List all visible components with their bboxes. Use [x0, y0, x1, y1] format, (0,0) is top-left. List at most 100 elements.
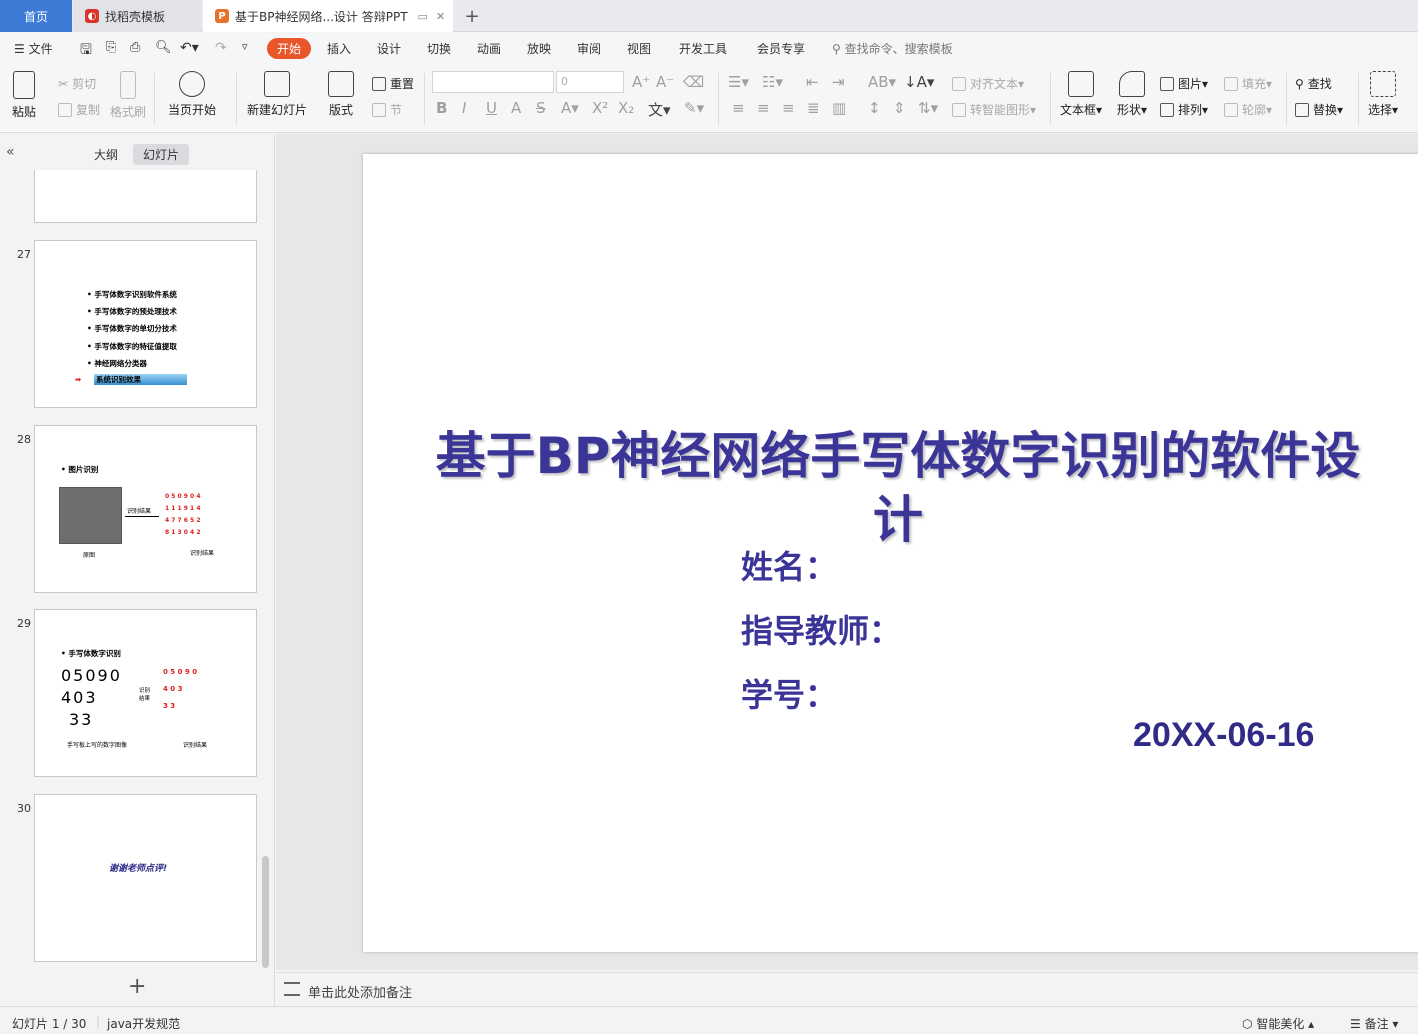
- decrease-font-icon[interactable]: A⁻: [656, 73, 674, 91]
- customize-icon[interactable]: ▿: [242, 40, 248, 53]
- menu-transition[interactable]: 切换: [427, 40, 451, 57]
- clear-format-icon[interactable]: ⌫: [683, 73, 704, 91]
- slide-thumbnail-29[interactable]: • 手写体数字识别 05090 403 33 识别结果 0 5 0 9 0 4 …: [34, 609, 257, 777]
- tab-home[interactable]: 首页: [0, 0, 72, 32]
- text-direction-icon[interactable]: AB▾: [868, 73, 896, 91]
- align-right-icon[interactable]: ≡: [782, 99, 795, 117]
- student-id-label[interactable]: 学号：: [741, 670, 837, 716]
- notes-toggle-button[interactable]: ☰ 备注 ▾: [1350, 1015, 1398, 1032]
- increase-font-icon[interactable]: A⁺: [632, 73, 650, 91]
- theme-name[interactable]: java开发规范: [107, 1015, 180, 1032]
- fill-button[interactable]: 填充 ▾: [1224, 75, 1272, 92]
- subscript-icon[interactable]: X₂: [618, 99, 634, 117]
- name-label[interactable]: 姓名：: [741, 542, 837, 588]
- font-color-icon[interactable]: A▾: [561, 99, 579, 117]
- tab-document[interactable]: P 基于BP神经网络...设计 答辩PPT ▭ ✕: [203, 0, 453, 32]
- select-button[interactable]: 选择▾: [1368, 71, 1398, 118]
- font-family-select[interactable]: [432, 71, 554, 93]
- beautify-button[interactable]: ⬡ 智能美化 ▴: [1242, 1015, 1314, 1032]
- slide-editor: 基于BP神经网络手写体数字识别的软件设计 姓名： 指导教师： 学号： 20XX-…: [276, 134, 1418, 970]
- bold-icon[interactable]: B: [436, 99, 447, 117]
- phonetic-icon[interactable]: 文▾: [648, 99, 671, 120]
- find-button[interactable]: ⚲ 查找: [1295, 75, 1332, 92]
- paragraph-spacing-icon[interactable]: ⇕: [893, 99, 906, 117]
- sort-icon[interactable]: ↓A▾: [904, 73, 934, 91]
- collapse-panel-icon[interactable]: «: [6, 144, 15, 160]
- numbered-list-icon[interactable]: ☷▾: [762, 73, 783, 91]
- thumb-thanks-text: 谢谢老师点评!: [109, 864, 168, 874]
- export-pdf-icon[interactable]: ⎘: [106, 40, 116, 55]
- menu-member[interactable]: 会员专享: [757, 40, 805, 57]
- outline-button[interactable]: 轮廓 ▾: [1224, 101, 1272, 118]
- handwritten-digits: 33: [69, 710, 94, 729]
- menu-animation[interactable]: 动画: [477, 40, 501, 57]
- new-slide-button[interactable]: 新建幻灯片: [247, 71, 307, 118]
- command-search[interactable]: ⚲ 查找命令、搜索模板: [832, 40, 953, 57]
- thumbnail-scrollbar[interactable]: [262, 856, 269, 968]
- layout-button[interactable]: 版式: [328, 71, 354, 118]
- menu-insert[interactable]: 插入: [327, 40, 351, 57]
- increase-indent-icon[interactable]: ⇥: [832, 73, 845, 91]
- strikethrough-icon[interactable]: S: [536, 99, 546, 117]
- tab-outline[interactable]: 大纲: [86, 144, 126, 165]
- italic-icon[interactable]: I: [462, 99, 466, 117]
- slide-thumbnail-30[interactable]: 谢谢老师点评!: [34, 794, 257, 962]
- paste-button[interactable]: 粘贴: [12, 71, 36, 120]
- text-shadow-icon[interactable]: A: [511, 99, 521, 117]
- section-button[interactable]: 节: [372, 101, 402, 118]
- column-icon[interactable]: ⇅▾: [918, 99, 938, 117]
- format-painter-button[interactable]: 格式刷: [110, 71, 146, 120]
- menu-design[interactable]: 设计: [377, 40, 401, 57]
- superscript-icon[interactable]: X²: [592, 99, 608, 117]
- cut-button[interactable]: ✂ 剪切: [58, 75, 96, 92]
- decrease-indent-icon[interactable]: ⇤: [806, 73, 819, 91]
- arrange-button[interactable]: 排列 ▾: [1160, 101, 1208, 118]
- notes-bar[interactable]: 单击此处添加备注: [276, 972, 1418, 1006]
- current-slide[interactable]: 基于BP神经网络手写体数字识别的软件设计 姓名： 指导教师： 学号： 20XX-…: [363, 154, 1418, 952]
- align-text-button[interactable]: 对齐文本 ▾: [952, 75, 1024, 92]
- save-icon[interactable]: 🖫: [80, 39, 92, 63]
- print-preview-icon[interactable]: 🔍︎: [155, 40, 172, 55]
- tab-slides[interactable]: 幻灯片: [133, 144, 190, 165]
- menu-start[interactable]: 开始: [267, 38, 312, 59]
- print-icon[interactable]: ⎙: [130, 40, 140, 55]
- align-left-icon[interactable]: ≡: [732, 99, 745, 117]
- copy-button[interactable]: 复制: [58, 101, 100, 118]
- tab-template[interactable]: ◐ 找稻壳模板: [73, 0, 201, 32]
- align-center-icon[interactable]: ≡: [757, 99, 770, 117]
- underline-icon[interactable]: U: [486, 99, 497, 117]
- close-icon[interactable]: ✕: [436, 10, 445, 23]
- line-spacing-icon[interactable]: ↕: [868, 99, 881, 117]
- distribute-icon[interactable]: ▥: [832, 99, 846, 117]
- file-menu[interactable]: ☰ 文件: [14, 40, 53, 57]
- shape-button[interactable]: 形状▾: [1117, 71, 1147, 118]
- thumb-caption: 手写板上写的数字图像: [67, 742, 128, 749]
- menu-review[interactable]: 审阅: [577, 40, 601, 57]
- slide-date[interactable]: 20XX-06-16: [1133, 716, 1314, 755]
- menu-slideshow[interactable]: 放映: [527, 40, 551, 57]
- smart-shape-button[interactable]: 转智能图形 ▾: [952, 101, 1036, 118]
- slide-thumbnail-26[interactable]: [34, 170, 257, 223]
- menu-bar: ☰ 文件 🖫 ⎘ ⎙ 🔍︎ ↶▾ ↷ ▿ 开始 插入 设计 切换 动画 放映 审…: [0, 33, 1418, 65]
- justify-icon[interactable]: ≣: [807, 99, 820, 117]
- add-slide-icon[interactable]: +: [128, 974, 146, 999]
- menu-view[interactable]: 视图: [627, 40, 651, 57]
- play-from-current-button[interactable]: 当页开始: [168, 71, 216, 118]
- font-size-select[interactable]: 0: [556, 71, 624, 93]
- menu-developer[interactable]: 开发工具: [679, 40, 727, 57]
- picture-button[interactable]: 图片 ▾: [1160, 75, 1208, 92]
- reset-button[interactable]: 重置: [372, 75, 414, 92]
- new-tab-button[interactable]: +: [458, 0, 486, 32]
- undo-icon[interactable]: ↶▾: [180, 40, 199, 56]
- window-icon[interactable]: ▭: [418, 10, 428, 23]
- text-box-button[interactable]: 文本框▾: [1060, 71, 1102, 118]
- bullet-list-icon[interactable]: ☰▾: [728, 73, 749, 91]
- highlight-icon[interactable]: ✎▾: [684, 99, 704, 117]
- slide-thumbnail-28[interactable]: • 图片识别 识别结果 0 5 0 9 0 4 1 1 1 9 1 4 4 7 …: [34, 425, 257, 593]
- redo-icon[interactable]: ↷: [215, 40, 227, 56]
- teacher-label[interactable]: 指导教师：: [741, 606, 901, 652]
- replace-button[interactable]: 替换 ▾: [1295, 101, 1343, 118]
- slide-thumbnail-27[interactable]: • 手写体数字识别软件系统 • 手写体数字的预处理技术 • 手写体数字的单切分技…: [34, 240, 257, 408]
- slide-title[interactable]: 基于BP神经网络手写体数字识别的软件设计: [433, 424, 1363, 552]
- magnifier-icon: ⚲: [1295, 76, 1304, 91]
